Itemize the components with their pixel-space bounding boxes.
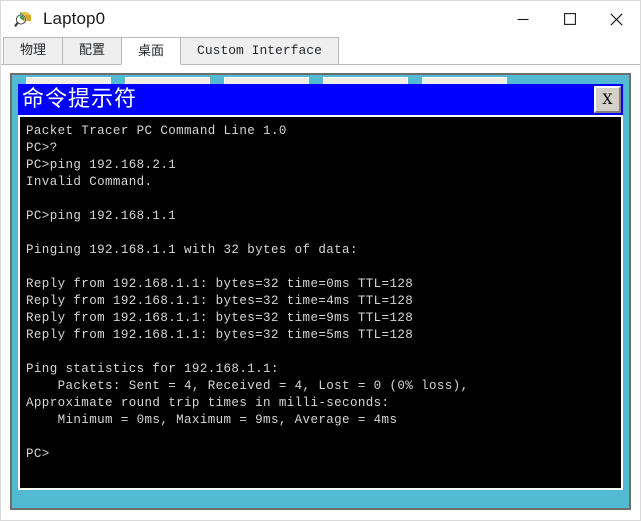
window-title: Laptop0 xyxy=(43,9,105,29)
maximize-button[interactable] xyxy=(546,1,593,37)
terminal-line: PC>ping 192.168.1.1 xyxy=(26,208,621,225)
command-prompt-close-button[interactable]: X xyxy=(594,86,621,113)
terminal-line: Packet Tracer PC Command Line 1.0 xyxy=(26,123,621,140)
terminal-line xyxy=(26,191,621,208)
tab-config[interactable]: 配置 xyxy=(62,37,122,64)
tab-physical[interactable]: 物理 xyxy=(3,37,63,64)
terminal-line: Pinging 192.168.1.1 with 32 bytes of dat… xyxy=(26,242,621,259)
tab-content-area: 命令提示符 X Packet Tracer PC Command Line 1.… xyxy=(1,65,640,520)
command-prompt-titlebar: 命令提示符 X xyxy=(18,84,623,115)
terminal-output[interactable]: Packet Tracer PC Command Line 1.0PC>?PC>… xyxy=(18,115,623,490)
terminal-line: Reply from 192.168.1.1: bytes=32 time=0m… xyxy=(26,276,621,293)
terminal-line: Reply from 192.168.1.1: bytes=32 time=5m… xyxy=(26,327,621,344)
terminal-line: Reply from 192.168.1.1: bytes=32 time=4m… xyxy=(26,293,621,310)
terminal-line: PC>ping 192.168.2.1 xyxy=(26,157,621,174)
device-tabbar: 物理 配置 桌面 Custom Interface xyxy=(1,37,640,65)
terminal-line: Ping statistics for 192.168.1.1: xyxy=(26,361,621,378)
command-prompt-title: 命令提示符 xyxy=(22,88,137,112)
terminal-line: Packets: Sent = 4, Received = 4, Lost = … xyxy=(26,378,621,395)
tab-desktop[interactable]: 桌面 xyxy=(121,37,181,65)
desktop-canvas: 命令提示符 X Packet Tracer PC Command Line 1.… xyxy=(10,73,631,510)
command-prompt-window: 命令提示符 X Packet Tracer PC Command Line 1.… xyxy=(18,84,623,490)
terminal-line: Invalid Command. xyxy=(26,174,621,191)
terminal-line xyxy=(26,259,621,276)
terminal-line: Minimum = 0ms, Maximum = 9ms, Average = … xyxy=(26,412,621,429)
terminal-line: Reply from 192.168.1.1: bytes=32 time=9m… xyxy=(26,310,621,327)
window-titlebar: Laptop0 xyxy=(1,1,640,37)
laptop-device-window: Laptop0 物理 配置 桌面 Custom xyxy=(0,0,641,521)
terminal-line: Approximate round trip times in milli-se… xyxy=(26,395,621,412)
minimize-button[interactable] xyxy=(499,1,546,37)
terminal-line: PC>? xyxy=(26,140,621,157)
close-button[interactable] xyxy=(593,1,640,37)
window-controls xyxy=(499,1,640,37)
tab-custom-interface[interactable]: Custom Interface xyxy=(180,37,339,64)
terminal-line xyxy=(26,344,621,361)
packet-tracer-icon xyxy=(14,9,34,29)
terminal-line: PC> xyxy=(26,446,621,463)
terminal-line xyxy=(26,225,621,242)
terminal-line xyxy=(26,429,621,446)
